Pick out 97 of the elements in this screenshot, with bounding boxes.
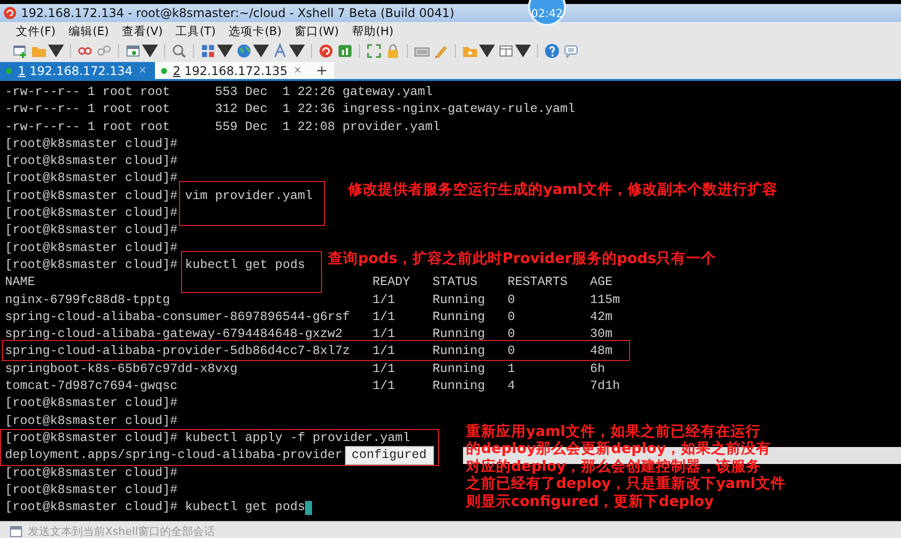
session-tab[interactable]: 1 192.168.172.134 × — [0, 62, 155, 79]
menu-item[interactable]: 编辑(E) — [68, 24, 109, 38]
output-text: -rw-r--r-- 1 root root 559 Dec 1 22:08 provider.yaml — [5, 118, 440, 136]
window-icon — [10, 526, 22, 536]
shell-prompt: [root@k8smaster cloud]# — [5, 170, 178, 188]
recording-timer: 02:42 — [528, 0, 566, 26]
window-icon[interactable] — [125, 43, 141, 59]
output-text: deployment.apps/spring-cloud-alibaba-provider — [5, 447, 343, 464]
lock-icon[interactable] — [385, 43, 401, 59]
grid-icon[interactable] — [200, 43, 216, 59]
caret-icon[interactable] — [515, 43, 531, 59]
layout-icon[interactable] — [498, 43, 514, 59]
shell-prompt: [root@k8smaster cloud]# — [5, 136, 178, 153]
table-cell-text: 0 — [508, 343, 516, 360]
table-cell: 30m — [590, 326, 613, 344]
app-logo-icon — [3, 6, 17, 20]
table-cell-text: 48m — [590, 343, 613, 360]
shell-prompt: [root@k8smaster cloud]# — [5, 205, 178, 222]
table-cell-text: 6h — [590, 360, 606, 378]
shell-prompt: [root@k8smaster cloud]# — [5, 222, 178, 240]
table-cell: tomcat-7d987c7694-gwqsc — [5, 378, 178, 396]
caret-icon[interactable] — [479, 43, 495, 59]
pen-icon[interactable] — [433, 43, 449, 59]
caret-icon[interactable] — [253, 43, 269, 59]
shell-prompt: [root@k8smaster cloud]# — [5, 499, 178, 516]
table-cell-text: 1 — [508, 360, 516, 378]
shell-prompt: [root@k8smaster cloud]# — [5, 464, 178, 482]
annotation-text: 重新应用yaml文件，如果之前已经有在运行 — [466, 424, 762, 440]
window-title: 192.168.172.134 - root@k8smaster:~/cloud - Xshell 7 Beta (Build 0041) — [21, 6, 454, 20]
annotation-text: 则显示configured，更新下deploy — [466, 494, 715, 512]
table-cell: 115m — [590, 292, 620, 309]
output-text: -rw-r--r-- 1 root root 553 Dec 1 22:26 gateway.yaml — [5, 84, 433, 101]
table-cell: Running — [432, 292, 486, 309]
search-icon[interactable] — [171, 43, 187, 59]
command-text: vim provider.yaml — [184, 188, 313, 205]
table-cell: 1/1 — [372, 292, 396, 309]
chat-icon[interactable] — [563, 43, 579, 59]
table-cell-text: Running — [432, 343, 486, 360]
shell-prompt: [root@k8smaster cloud]# — [5, 482, 178, 499]
new-tab-button[interactable]: + — [310, 62, 334, 79]
table-cell-text: Running — [432, 308, 486, 326]
annotation-text: 查询pods，扩容之前此时Provider服务的pods只有一个 — [328, 251, 716, 268]
table-cell-text: 1/1 — [372, 360, 396, 378]
command-text: kubectl get pods — [184, 256, 306, 274]
table-cell: 0 — [508, 292, 516, 309]
table-cell: 4 — [508, 378, 516, 396]
menu-item[interactable]: 文件(F) — [16, 24, 56, 38]
table-cell: 0 — [508, 326, 516, 344]
command-text: kubectl get pods — [184, 499, 306, 516]
chart-icon[interactable] — [337, 43, 353, 59]
table-cell: Running — [432, 326, 486, 344]
shell-prompt: [root@k8smaster cloud]# — [5, 188, 178, 205]
output-text: -rw-r--r-- 1 root root 312 Dec 1 22:36 ingress-nginx-gateway-rule.yaml — [5, 101, 576, 118]
menu-item[interactable]: 查看(V) — [122, 24, 163, 38]
table-cell: 1/1 — [372, 378, 396, 396]
shell-prompt: [root@k8smaster cloud]# — [5, 412, 178, 430]
table-cell-text: RESTARTS — [508, 274, 568, 292]
caret-icon[interactable] — [48, 43, 64, 59]
table-cell: nginx-6799fc88d8-tpptg — [5, 292, 170, 309]
table-cell: 1/1 — [372, 326, 396, 344]
table-cell-text: READY — [372, 274, 410, 292]
table-cell: 7d1h — [590, 378, 620, 396]
shell-prompt: [root@k8smaster cloud]# — [5, 240, 178, 257]
swirl-icon[interactable] — [318, 43, 334, 59]
caret-icon[interactable] — [142, 43, 158, 59]
table-cell-text: 1/1 — [372, 343, 396, 360]
table-cell-text: AGE — [590, 274, 613, 292]
send-text-field[interactable]: 发送文本到当前Xshell窗口的全部会话 — [28, 524, 428, 538]
menu-item[interactable]: 工具(T) — [176, 24, 216, 38]
command-text: kubectl apply -f provider.yaml — [184, 430, 410, 447]
shell-prompt: [root@k8smaster cloud]# — [5, 395, 178, 412]
table-cell-text: 42m — [590, 308, 613, 326]
menu-item[interactable]: 帮助(H) — [352, 24, 394, 38]
menu-item[interactable]: 选项卡(B) — [228, 24, 282, 38]
table-cell-text: spring-cloud-alibaba-provider-5db86d4cc7-8xl7z — [5, 343, 350, 360]
caret-icon[interactable] — [217, 43, 233, 59]
shell-prompt: [root@k8smaster cloud]# — [5, 430, 178, 447]
menu-item[interactable]: 窗口(W) — [294, 24, 339, 38]
session-tab[interactable]: 2 192.168.172.135 × — [154, 62, 310, 79]
table-cell-text: NAME — [5, 274, 36, 292]
fullscreen-icon[interactable] — [366, 43, 382, 59]
configured-tooltip: configured — [346, 447, 433, 464]
table-cell: spring-cloud-alibaba-gateway-6794484648-gxzw2 — [5, 326, 343, 344]
table-cell-text: 0 — [508, 308, 516, 326]
table-cell-text: 1/1 — [372, 308, 396, 326]
new-window-icon[interactable] — [12, 43, 28, 59]
table-cell-text: springboot-k8s-65b67c97dd-x8vxg — [5, 360, 238, 378]
table-cell: Running — [432, 378, 486, 396]
help-icon[interactable] — [544, 43, 560, 59]
table-cell-text: STATUS — [432, 274, 478, 292]
table-cell-text: spring-cloud-alibaba-consumer-8697896544-g6rsf — [5, 308, 350, 326]
shell-prompt: [root@k8smaster cloud]# — [5, 153, 178, 170]
caret-icon[interactable] — [289, 43, 305, 59]
annotation-text: 之前已经有了deploy，只是重新改下yaml文件 — [466, 476, 786, 494]
annotation-text: 修改提供者服务空运行生成的yaml文件，修改副本个数进行扩容 — [348, 182, 778, 200]
table-cell-text: Running — [432, 360, 486, 378]
shell-prompt: [root@k8smaster cloud]# — [5, 256, 178, 274]
